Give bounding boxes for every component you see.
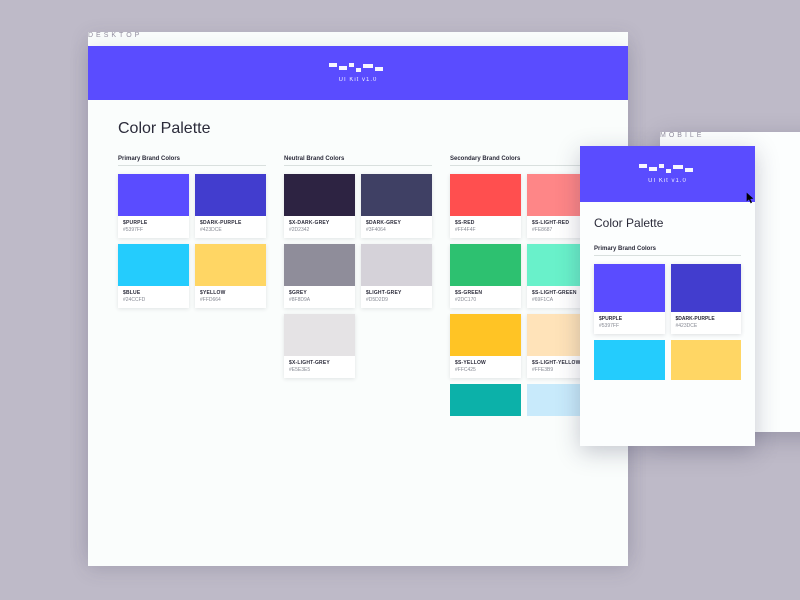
swatch[interactable]: $YELLOW#FFD664	[195, 244, 266, 308]
kit-version: UI Kit v1.0	[648, 178, 687, 184]
desktop-frame: UI Kit v1.0 Color Palette Primary Brand …	[88, 46, 628, 566]
swatch[interactable]: $S-YELLOW#FFC425	[450, 314, 521, 378]
desktop-body: Color Palette Primary Brand Colors $PURP…	[88, 100, 628, 436]
swatch-name: $BLUE	[123, 290, 184, 296]
swatch-name: $DARK-PURPLE	[200, 220, 261, 226]
swatch-hex: #E5E3E5	[289, 367, 350, 373]
swatch-name: $X-LIGHT-GREY	[289, 360, 350, 366]
swatch-hex: #423DCE	[200, 227, 261, 233]
swatch-chip	[450, 174, 521, 216]
cursor-icon	[746, 192, 754, 204]
swatch-chip	[594, 264, 665, 312]
swatch[interactable]: $PURPLE#5397FF	[594, 264, 665, 334]
group-primary: Primary Brand Colors $PURPLE#5397FF$DARK…	[118, 156, 266, 308]
swatch-hex: #5397FF	[599, 323, 660, 329]
desktop-header: UI Kit v1.0	[88, 46, 628, 100]
swatch-name: $DARK-GREY	[366, 220, 427, 226]
swatch-chip	[450, 314, 521, 356]
swatch-chip[interactable]	[450, 384, 521, 416]
swatch-hex: #24CCFD	[123, 297, 184, 303]
swatch-name: $LIGHT-GREY	[366, 290, 427, 296]
swatch-chip	[284, 244, 355, 286]
swatch[interactable]: $DARK-GREY#3F4064	[361, 174, 432, 238]
swatch-hex: #FFC425	[455, 367, 516, 373]
mobile-header: UI Kit v1.0	[580, 146, 755, 202]
swatch-name: $DARK-PURPLE	[676, 316, 737, 322]
mobile-group-heading: Primary Brand Colors	[594, 246, 741, 256]
group-heading-neutral: Neutral Brand Colors	[284, 156, 432, 166]
group-secondary: Secondary Brand Colors $S-RED#FF4F4F$S-L…	[450, 156, 598, 416]
swatch[interactable]: $DARK-PURPLE#423DCE	[195, 174, 266, 238]
swatch-hex: #3F4064	[366, 227, 427, 233]
swatch-chip	[361, 174, 432, 216]
swatch-hex: #FF4F4F	[455, 227, 516, 233]
brand-logo	[639, 164, 697, 174]
mobile-page-title: Color Palette	[594, 216, 741, 230]
swatch-chip	[118, 174, 189, 216]
swatch-chip	[118, 244, 189, 286]
swatch[interactable]: $LIGHT-GREY#D5D2D9	[361, 244, 432, 308]
swatch-chip	[195, 174, 266, 216]
swatch[interactable]: $S-GREEN#2DC170	[450, 244, 521, 308]
swatch-hex: #423DCE	[676, 323, 737, 329]
mobile-frame: UI Kit v1.0 Color Palette Primary Brand …	[580, 146, 755, 446]
swatch[interactable]: $BLUE#24CCFD	[118, 244, 189, 308]
swatch-name: $S-YELLOW	[455, 360, 516, 366]
swatch-hex: #FFD664	[200, 297, 261, 303]
kit-version: UI Kit v1.0	[339, 77, 378, 83]
swatch-name: $S-RED	[455, 220, 516, 226]
swatch-name: $GREY	[289, 290, 350, 296]
swatch-name: $PURPLE	[123, 220, 184, 226]
mobile-body: Color Palette Primary Brand Colors $PURP…	[580, 202, 755, 394]
swatch-x-light-grey[interactable]: $X-LIGHT-GREY #E5E3E5	[284, 314, 355, 378]
swatch-chip	[450, 244, 521, 286]
swatch-hex: #8F8D9A	[289, 297, 350, 303]
swatch-name: $YELLOW	[200, 290, 261, 296]
swatch-hex: #2DC170	[455, 297, 516, 303]
group-neutral: Neutral Brand Colors $X-DARK-GREY#2D2342…	[284, 156, 432, 378]
swatch-hex: #D5D2D9	[366, 297, 427, 303]
swatch-chip	[284, 314, 355, 356]
swatch-chip[interactable]	[671, 340, 742, 380]
group-heading-primary: Primary Brand Colors	[118, 156, 266, 166]
swatch-name: $S-GREEN	[455, 290, 516, 296]
swatch-name: $PURPLE	[599, 316, 660, 322]
group-heading-secondary: Secondary Brand Colors	[450, 156, 598, 166]
swatch-chip	[284, 174, 355, 216]
swatch[interactable]: $PURPLE#5397FF	[118, 174, 189, 238]
swatch-chip[interactable]	[594, 340, 665, 380]
swatch[interactable]: $X-DARK-GREY#2D2342	[284, 174, 355, 238]
swatch-hex: #2D2342	[289, 227, 350, 233]
swatch[interactable]: $S-RED#FF4F4F	[450, 174, 521, 238]
swatch[interactable]: $GREY#8F8D9A	[284, 244, 355, 308]
swatch-chip	[671, 264, 742, 312]
page-title: Color Palette	[118, 120, 598, 138]
swatch-chip	[361, 244, 432, 286]
swatch-chip	[195, 244, 266, 286]
swatch-name: $X-DARK-GREY	[289, 220, 350, 226]
swatch[interactable]: $DARK-PURPLE#423DCE	[671, 264, 742, 334]
swatch-hex: #5397FF	[123, 227, 184, 233]
brand-logo	[329, 63, 387, 73]
